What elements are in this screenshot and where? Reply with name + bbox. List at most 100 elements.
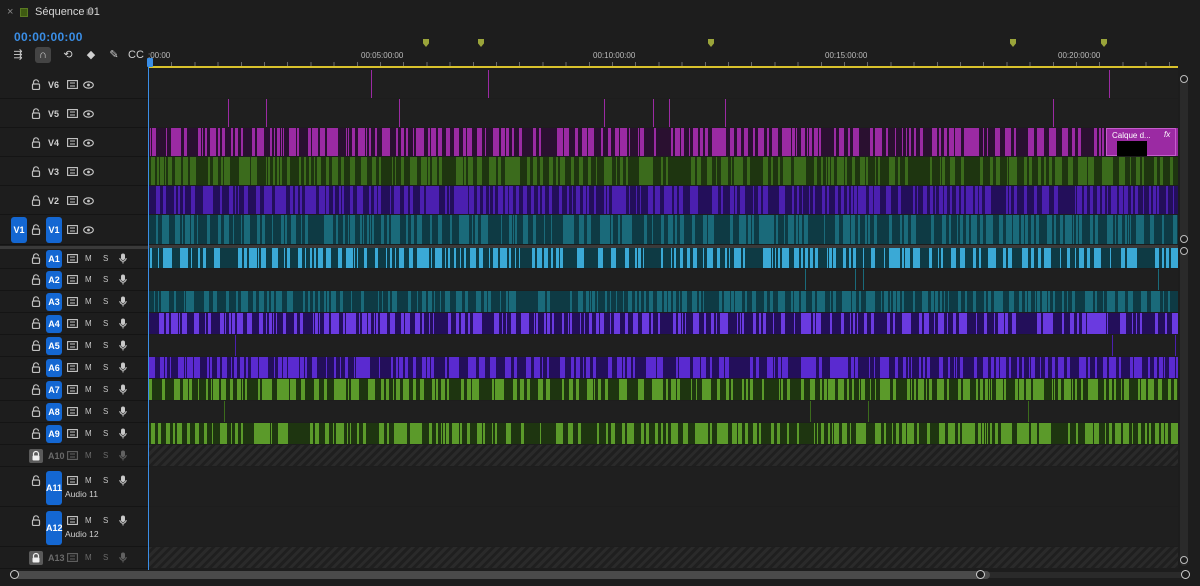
lock-track-icon[interactable] [31,362,42,374]
audio-track-a12-clips[interactable] [148,507,1178,546]
lock-track-icon[interactable] [31,384,42,396]
mute-button[interactable]: M [85,429,92,438]
mute-button[interactable]: M [85,254,92,263]
lock-track-icon[interactable] [31,137,42,149]
audio-track-a1-clips[interactable] [148,248,1178,268]
mute-button[interactable]: M [85,516,92,525]
scroll-handle-bottom[interactable] [1180,556,1188,564]
lock-track-icon[interactable] [31,108,42,120]
track-target-a12[interactable]: A12 [46,511,63,545]
sequence-marker-icon[interactable] [478,39,484,47]
locked-track-icon[interactable] [29,449,43,463]
track-target-a2[interactable]: A2 [46,271,62,289]
lock-track-icon[interactable] [31,195,42,207]
lock-track-icon[interactable] [31,274,42,286]
audio-track-a3-clips[interactable] [148,291,1178,312]
solo-button[interactable]: S [103,429,108,438]
video-track-v5-clips[interactable] [148,99,1178,127]
track-target-v2[interactable]: V2 [48,196,59,206]
lock-track-icon[interactable] [31,253,42,265]
solo-button[interactable]: S [103,363,108,372]
mute-button[interactable]: M [85,341,92,350]
track-target-a9[interactable]: A9 [46,425,62,443]
toggle-output-eye-icon[interactable] [82,197,94,207]
voice-over-record-icon[interactable] [117,318,129,329]
track-target-v6[interactable]: V6 [48,80,59,90]
voice-over-record-icon[interactable] [117,362,129,373]
scroll-handle-top[interactable] [1180,75,1188,83]
scroll-end-handle[interactable] [1181,570,1190,579]
track-target-a4[interactable]: A4 [46,315,62,333]
solo-button[interactable]: S [103,476,108,485]
lock-track-icon[interactable] [31,475,42,487]
mute-button[interactable]: M [85,451,92,460]
solo-button[interactable]: S [103,385,108,394]
solo-button[interactable]: S [103,407,108,416]
track-target-a13[interactable]: A13 [48,553,65,563]
toggle-sync-lock-icon[interactable] [66,516,78,526]
toggle-sync-lock-icon[interactable] [66,225,78,235]
audio-track-a2-clips[interactable] [148,269,1178,290]
track-target-a6[interactable]: A6 [46,359,62,377]
toggle-sync-lock-icon[interactable] [66,407,78,417]
sequence-marker-icon[interactable] [1010,39,1016,47]
solo-button[interactable]: S [103,254,108,263]
locked-track-icon[interactable] [29,551,43,565]
lock-track-icon[interactable] [31,515,42,527]
voice-over-record-icon[interactable] [117,384,129,395]
insert-icon[interactable]: ⇶ [10,47,26,63]
work-area-bar[interactable] [148,66,1178,68]
video-track-v6-clips[interactable] [148,70,1178,98]
source-patch-v1[interactable]: V1 [11,217,27,243]
track-target-v5[interactable]: V5 [48,109,59,119]
scroll-handle-top[interactable] [1180,247,1188,255]
lock-track-icon[interactable] [31,428,42,440]
lock-track-icon[interactable] [31,79,42,91]
track-target-a7[interactable]: A7 [46,381,62,399]
voice-over-record-icon[interactable] [117,515,129,526]
lock-track-icon[interactable] [31,318,42,330]
video-track-v1-clips[interactable] [148,215,1178,244]
toggle-output-eye-icon[interactable] [82,168,94,178]
video-track-v2-clips[interactable] [148,186,1178,214]
snap-magnet-icon[interactable]: ∩ [35,47,51,63]
voice-over-record-icon[interactable] [117,428,129,439]
solo-button[interactable]: S [103,516,108,525]
solo-button[interactable]: S [103,275,108,284]
track-target-a8[interactable]: A8 [46,403,62,421]
zoom-handle-right[interactable] [976,570,985,579]
track-target-a3[interactable]: A3 [46,293,62,311]
horizontal-zoom-scrollbar[interactable] [10,570,1190,580]
audio-track-a11-clips[interactable] [148,467,1178,506]
voice-over-record-icon[interactable] [117,253,129,264]
close-tab-icon[interactable]: × [7,6,13,18]
solo-button[interactable]: S [103,341,108,350]
toggle-output-eye-icon[interactable] [82,226,94,236]
fx-badge-icon[interactable]: fx [1164,130,1170,139]
mute-button[interactable]: M [85,553,92,562]
scroll-handle-bottom[interactable] [1180,235,1188,243]
audio-track-a7-clips[interactable] [148,379,1178,400]
track-area[interactable]: Calque d... fx [148,70,1178,570]
voice-over-record-icon[interactable] [117,296,129,307]
lock-track-icon[interactable] [31,166,42,178]
voice-over-record-icon[interactable] [117,274,129,285]
mute-button[interactable]: M [85,319,92,328]
hscroll-thumb[interactable] [14,571,990,579]
audio-track-a4-clips[interactable] [148,313,1178,334]
solo-button[interactable]: S [103,451,108,460]
track-target-a5[interactable]: A5 [46,337,62,355]
video-tracks-scrollbar[interactable] [1180,75,1188,243]
voice-over-record-icon[interactable] [117,475,129,486]
toggle-sync-lock-icon[interactable] [66,167,78,177]
toggle-sync-lock-icon[interactable] [66,451,78,461]
toggle-sync-lock-icon[interactable] [66,476,78,486]
toggle-output-eye-icon[interactable] [82,110,94,120]
sequence-marker-icon[interactable] [708,39,714,47]
audio-tracks-scrollbar[interactable] [1180,247,1188,566]
toggle-sync-lock-icon[interactable] [66,80,78,90]
voice-over-record-icon[interactable] [117,340,129,351]
toggle-output-eye-icon[interactable] [82,139,94,149]
captions-icon[interactable]: CC [128,47,144,63]
lock-track-icon[interactable] [31,224,42,236]
